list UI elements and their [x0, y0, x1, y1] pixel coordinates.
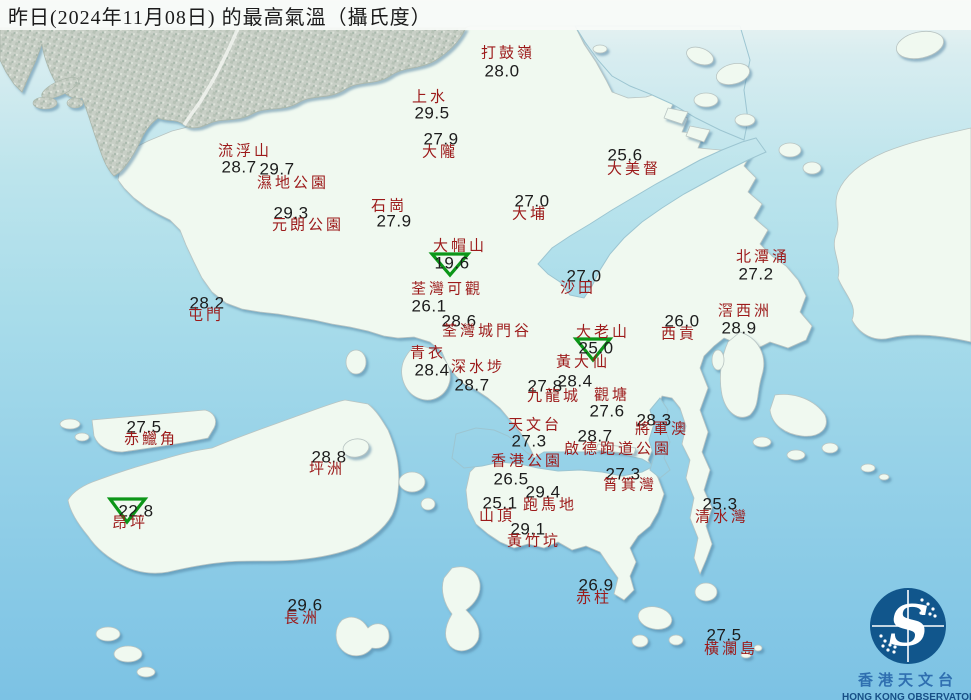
ma-wan [345, 349, 367, 375]
hko-logo-english: HONG KONG OBSERVATORY [842, 692, 971, 700]
svg-text:S: S [889, 593, 929, 659]
waglan-islets [740, 651, 752, 659]
hko-logo-icon: S [870, 588, 946, 664]
map-title: 昨日(2024年11月08日) 的最高氣溫（攝氏度） [0, 0, 971, 30]
hko-logo: S 香港天文台 HONG KONG OBSERVATORY [842, 586, 971, 700]
junk-bay [648, 397, 671, 479]
hong-kong-map [0, 0, 971, 700]
weather-map-page: 昨日(2024年11月08日) 的最高氣溫（攝氏度） 28.0 打鼓嶺 29.5… [0, 0, 971, 700]
hko-logo-chinese: 香港天文台 [857, 673, 958, 689]
tung-lung-chau [694, 582, 718, 602]
